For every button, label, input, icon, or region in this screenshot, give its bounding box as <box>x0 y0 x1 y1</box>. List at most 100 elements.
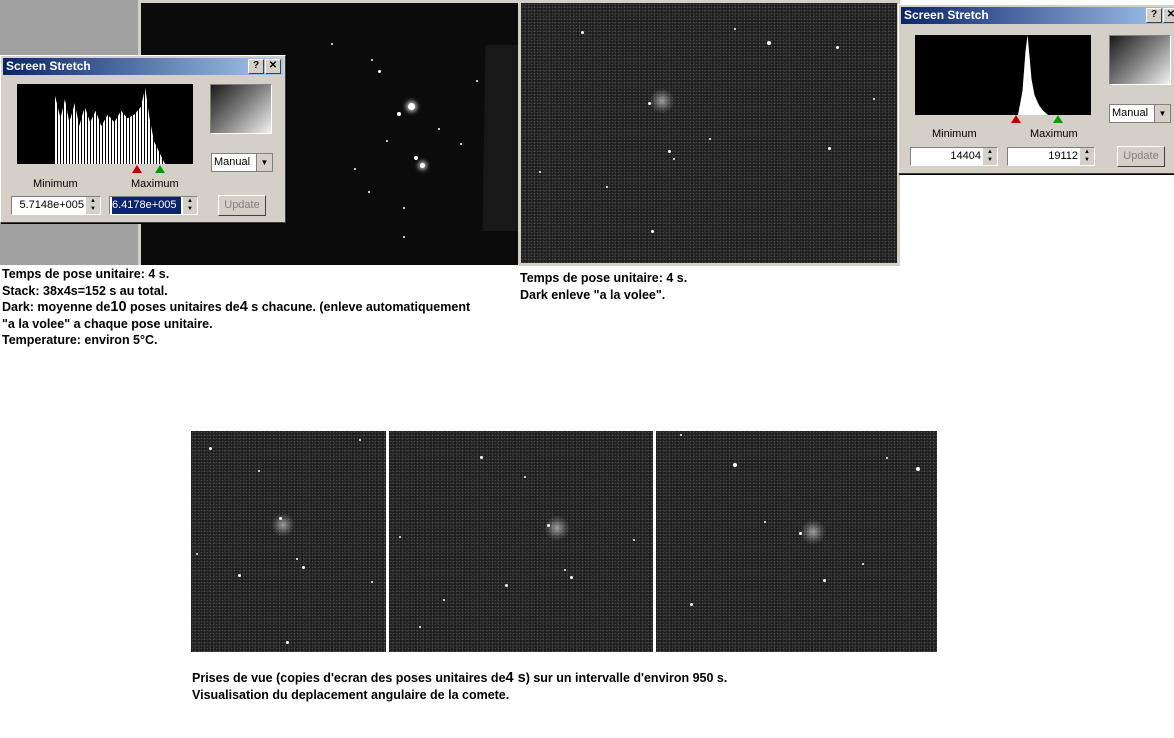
caption-right: Temps de pose unitaire: 4 s. Dark enleve… <box>520 270 687 303</box>
update-button[interactable]: Update <box>1117 146 1165 167</box>
star <box>476 80 478 82</box>
star <box>196 553 198 555</box>
red-marker-icon[interactable] <box>1011 115 1021 123</box>
green-marker-icon[interactable] <box>1053 115 1063 123</box>
caption-line: Dark enleve "a la volee". <box>520 287 666 302</box>
dialog-titlebar[interactable]: Screen Stretch ? ✕ <box>3 58 283 75</box>
star <box>648 102 651 105</box>
star <box>286 641 289 644</box>
star <box>438 128 440 130</box>
minimum-label: Minimum <box>932 128 977 140</box>
star <box>399 536 401 538</box>
spin-arrows-icon[interactable]: ▲ ▼ <box>183 197 197 214</box>
star <box>539 171 541 173</box>
histogram[interactable] <box>915 35 1091 115</box>
star <box>368 191 370 193</box>
star <box>420 163 425 168</box>
histogram-bars <box>55 88 165 164</box>
stretch-gradient-preview <box>210 84 272 134</box>
caption-line: Visualisation du deplacement angulaire d… <box>192 687 510 702</box>
dialog-title: Screen Stretch <box>6 59 91 73</box>
frame-2 <box>389 431 653 652</box>
minimum-input[interactable]: 14404 ▲ ▼ <box>910 147 998 166</box>
star <box>408 103 415 110</box>
star <box>359 439 361 441</box>
red-marker-icon[interactable] <box>132 165 142 173</box>
screen-stretch-dialog-right[interactable]: Screen Stretch ? ✕ Manual ▼ Minimum Maxi… <box>898 4 1174 174</box>
comet <box>271 513 295 537</box>
spin-arrows-icon[interactable]: ▲ ▼ <box>1080 148 1094 165</box>
caption-text: Dark: moyenne de <box>2 300 111 314</box>
histogram[interactable] <box>17 84 193 164</box>
star <box>764 521 766 523</box>
comet <box>800 519 826 545</box>
maximum-input[interactable]: 19112 ▲ ▼ <box>1007 147 1095 166</box>
star <box>828 147 831 150</box>
maximum-value: 6.4178e+005 <box>112 197 181 214</box>
star <box>823 579 826 582</box>
star <box>296 558 298 560</box>
stretch-mode-value: Manual <box>214 156 251 168</box>
help-icon[interactable]: ? <box>248 59 264 74</box>
spin-arrows-icon[interactable]: ▲ ▼ <box>983 148 997 165</box>
star <box>570 576 573 579</box>
minimum-value: 14404 <box>950 150 981 162</box>
stretch-mode-select[interactable]: Manual ▼ <box>211 153 273 172</box>
screen-stretch-dialog-left[interactable]: Screen Stretch ? ✕ Manual ▼ Minimum Maxi… <box>0 55 286 223</box>
comet <box>649 88 675 114</box>
maximum-input[interactable]: 6.4178e+005 ▲ ▼ <box>109 196 198 215</box>
stretch-mode-value: Manual <box>1112 107 1149 119</box>
green-marker-icon[interactable] <box>155 165 165 173</box>
caption-text: poses unitaires de <box>126 300 240 314</box>
star <box>651 230 654 233</box>
stacked-frame <box>482 45 518 231</box>
update-button[interactable]: Update <box>218 195 266 216</box>
star <box>403 207 405 209</box>
star <box>547 524 550 527</box>
frame-3 <box>656 431 937 652</box>
star <box>862 563 864 565</box>
comet <box>544 515 570 541</box>
caption-line: Temps de pose unitaire: 4 s. <box>520 271 688 285</box>
maximum-label: Maximum <box>1030 128 1078 140</box>
maximum-label: Maximum <box>131 178 179 190</box>
dark-exposure: 4 <box>239 299 248 315</box>
dropdown-arrow-icon[interactable]: ▼ <box>256 154 272 171</box>
star <box>209 447 212 450</box>
star <box>799 532 802 535</box>
dialog-titlebar[interactable]: Screen Stretch ? ✕ <box>901 7 1174 24</box>
frame-1 <box>191 431 386 652</box>
single-exposure-view[interactable] <box>518 0 900 266</box>
caption-line: Temperature: environ 5°C. <box>2 333 158 347</box>
stretch-gradient-preview <box>1109 35 1171 85</box>
stretch-mode-select[interactable]: Manual ▼ <box>1109 104 1171 123</box>
star <box>709 138 711 140</box>
spin-arrows-icon[interactable]: ▲ ▼ <box>86 197 100 214</box>
star <box>886 457 888 459</box>
close-icon[interactable]: ✕ <box>1163 8 1174 23</box>
star <box>460 143 462 145</box>
star <box>606 186 608 188</box>
star <box>581 31 584 34</box>
star <box>443 599 445 601</box>
star <box>331 43 333 45</box>
dropdown-arrow-icon[interactable]: ▼ <box>1154 105 1170 122</box>
minimum-label: Minimum <box>33 178 78 190</box>
star <box>564 569 566 571</box>
histogram-peak <box>1018 35 1048 115</box>
star <box>505 584 508 587</box>
help-icon[interactable]: ? <box>1146 8 1162 23</box>
star <box>258 470 260 472</box>
minimum-input[interactable]: 5.7148e+005 ▲ ▼ <box>11 196 101 215</box>
caption-line: Prises de vue (copies d'ecran des poses … <box>192 670 727 687</box>
star <box>916 467 920 471</box>
star <box>371 59 373 61</box>
star <box>371 581 373 583</box>
star <box>836 46 839 49</box>
close-icon[interactable]: ✕ <box>265 59 281 74</box>
star <box>480 456 483 459</box>
minimum-value: 5.7148e+005 <box>19 199 84 211</box>
exposure-time: 4 s <box>505 670 526 686</box>
star <box>673 158 675 160</box>
caption-bottom: Prises de vue (copies d'ecran des poses … <box>192 670 727 703</box>
